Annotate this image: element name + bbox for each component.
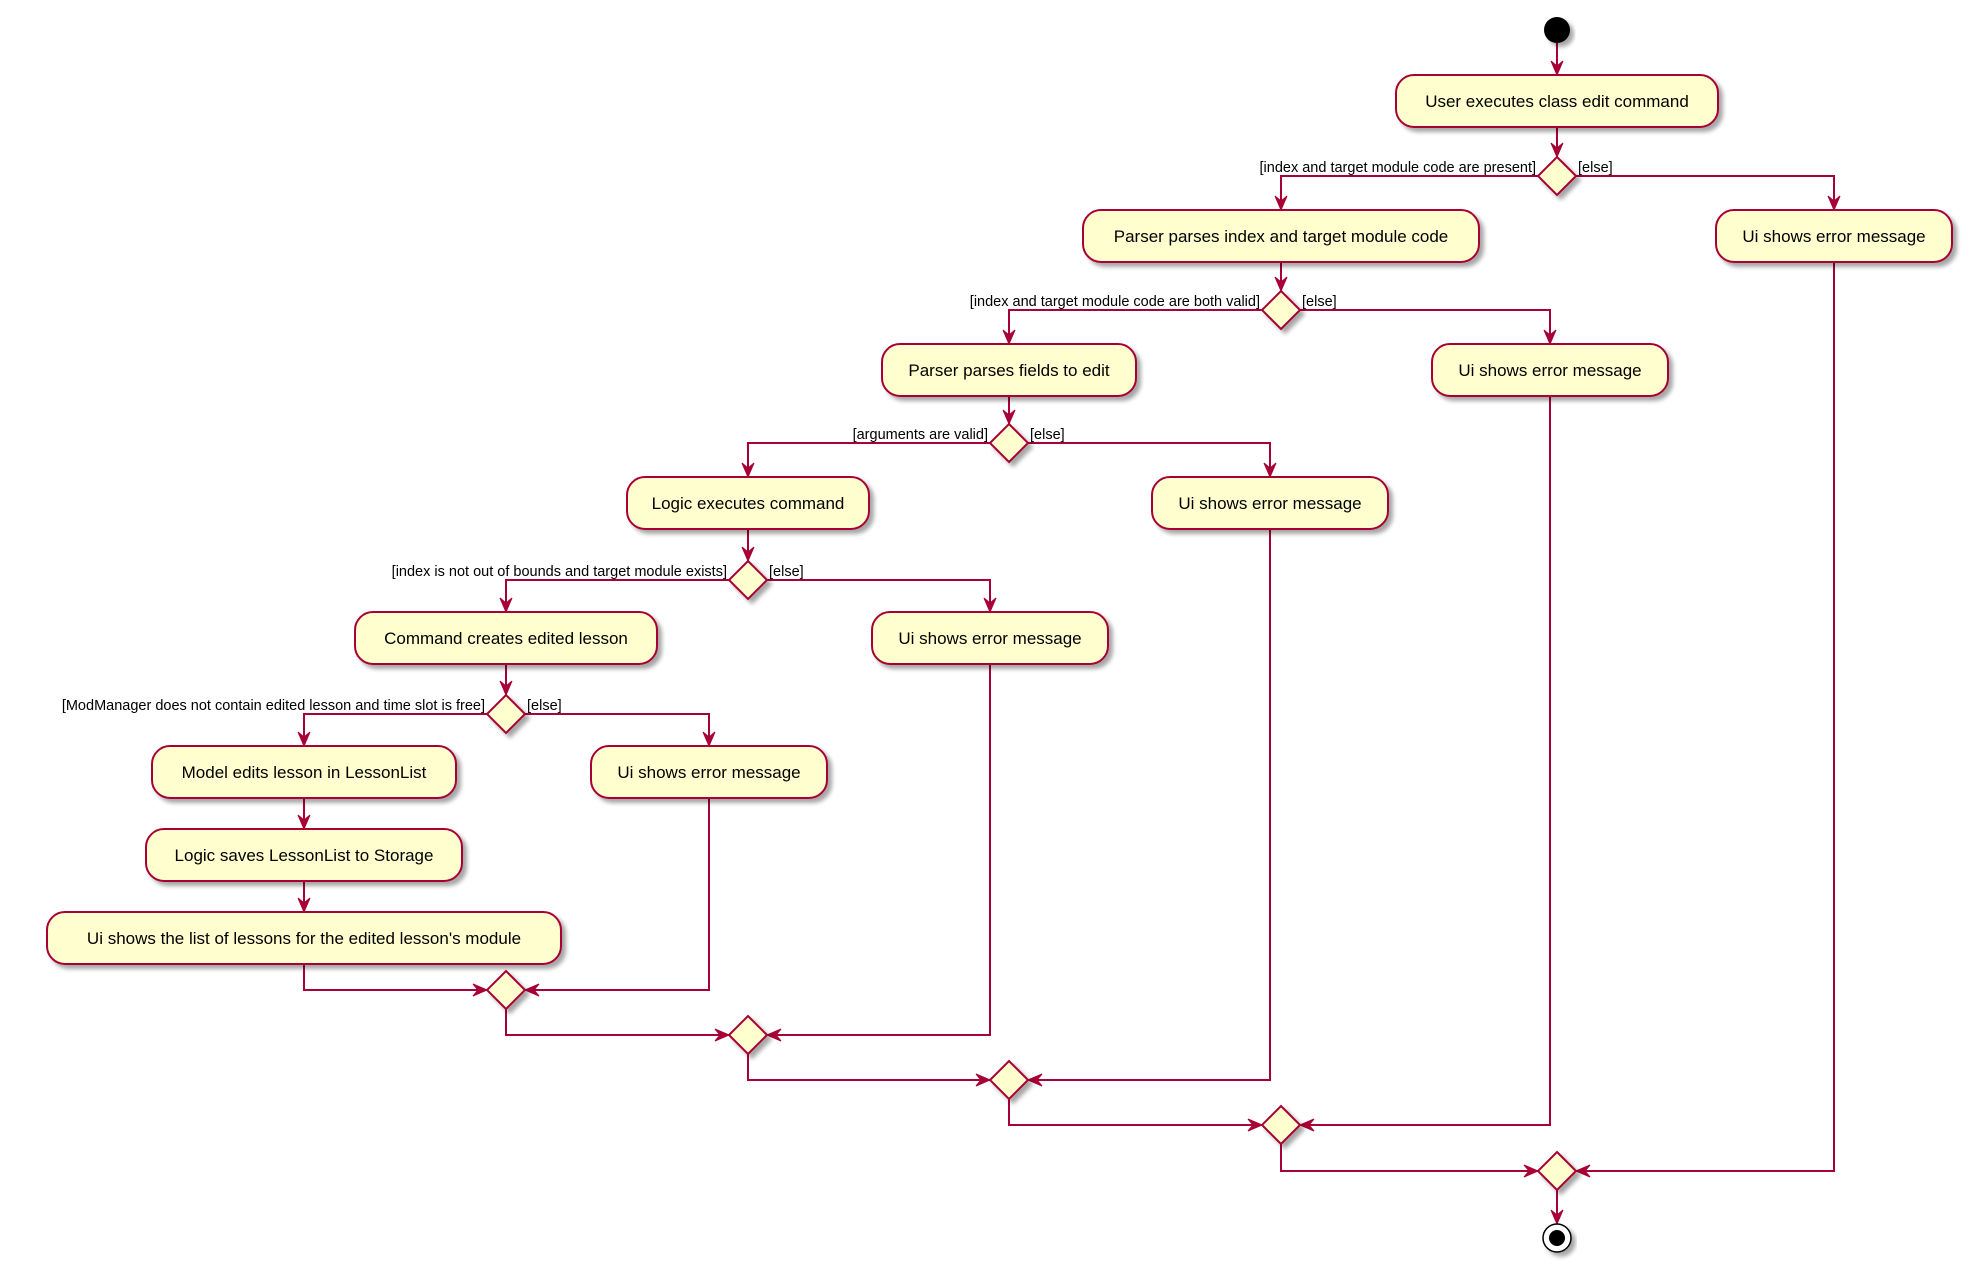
activity-label: Ui shows error message — [1178, 494, 1361, 513]
activity-err4: Ui shows error message — [871, 611, 1109, 665]
edge-d2-to-err2 — [1300, 309, 1551, 344]
activity-ui_list: Ui shows the list of lessons for the edi… — [46, 911, 562, 965]
activity-label: Parser parses fields to edit — [908, 361, 1110, 380]
activity-err5: Ui shows error message — [590, 745, 828, 799]
guard-label-d1_no: [else] — [1578, 160, 1613, 176]
edge-d5-to-err5 — [525, 713, 710, 746]
start-node — [1544, 17, 1570, 43]
activity-parser_index: Parser parses index and target module co… — [1082, 209, 1480, 263]
edge-d1-to-err1 — [1576, 175, 1835, 210]
guard-label-d5_no: [else] — [527, 698, 562, 714]
edge-d3-to-logic_exec — [747, 442, 990, 477]
edge-err4-to-m4 — [767, 664, 991, 1036]
activity-err3: Ui shows error message — [1151, 476, 1389, 530]
guard-label-d5_yes: [ModManager does not contain edited less… — [62, 698, 485, 714]
edge-m5-to-m4 — [505, 1009, 729, 1036]
activity-cmd_create: Command creates edited lesson — [354, 611, 658, 665]
activity-logic_exec: Logic executes command — [626, 476, 870, 530]
nodes-layer: User executes class edit command Parser p… — [46, 17, 1953, 1253]
activity-label: Ui shows error message — [898, 629, 1081, 648]
activity-logic_save: Logic saves LessonList to Storage — [145, 828, 463, 882]
edge-m2-to-m1 — [1280, 1144, 1538, 1172]
edge-d5-to-model_edit — [303, 713, 487, 746]
guard-label-d4_no: [else] — [769, 564, 804, 580]
activity-label: Parser parses index and target module co… — [1114, 227, 1449, 246]
edge-d4-to-err4 — [767, 579, 991, 612]
activity-label: Command creates edited lesson — [384, 629, 628, 648]
decision-node-d1 — [1536, 155, 1578, 197]
guard-label-d3_yes: [arguments are valid] — [853, 427, 988, 443]
edge-d4-to-cmd_create — [505, 579, 729, 612]
merge-node-m5 — [485, 969, 527, 1011]
guard-label-d1_yes: [index and target module code are presen… — [1260, 160, 1536, 176]
activity-label: Ui shows error message — [617, 763, 800, 782]
merge-node-m2 — [1260, 1104, 1302, 1146]
edge-d3-to-err3 — [1028, 442, 1271, 477]
end-node-dot — [1549, 1230, 1565, 1246]
activity-parser_fields: Parser parses fields to edit — [881, 343, 1137, 397]
merge-node-m4 — [727, 1014, 769, 1056]
edge-err1-to-m1 — [1576, 262, 1835, 1172]
activity-model_edit: Model edits lesson in LessonList — [151, 745, 457, 799]
activity-err1: Ui shows error message — [1715, 209, 1953, 263]
decision-node-d2 — [1260, 289, 1302, 331]
end-node — [1542, 1223, 1572, 1253]
activity-label: Ui shows error message — [1742, 227, 1925, 246]
guard-label-d3_no: [else] — [1030, 427, 1065, 443]
activity-label: User executes class edit command — [1425, 92, 1689, 111]
decision-node-d5 — [485, 693, 527, 735]
activity-label: Ui shows error message — [1458, 361, 1641, 380]
edge-d1-to-parser_index — [1280, 175, 1538, 210]
activity-diagram: User executes class edit command Parser p… — [46, 17, 1953, 1253]
activity-label: Logic executes command — [652, 494, 845, 513]
edge-m3-to-m2 — [1008, 1099, 1262, 1126]
guard-label-d2_no: [else] — [1302, 294, 1337, 310]
merge-node-m3 — [988, 1059, 1030, 1101]
guard-label-d4_yes: [index is not out of bounds and target m… — [392, 564, 727, 580]
merge-node-m1 — [1536, 1150, 1578, 1192]
edge-m4-to-m3 — [747, 1054, 990, 1081]
activity-label: Ui shows the list of lessons for the edi… — [87, 929, 521, 948]
activity-label: Model edits lesson in LessonList — [182, 763, 427, 782]
activity-label: Logic saves LessonList to Storage — [175, 846, 434, 865]
guard-label-d2_yes: [index and target module code are both v… — [970, 294, 1260, 310]
activity-user_exec: User executes class edit command — [1395, 74, 1719, 128]
decision-node-d4 — [727, 559, 769, 601]
activity-err2: Ui shows error message — [1431, 343, 1669, 397]
edge-ui_list-to-m5 — [303, 964, 487, 991]
edge-d2-to-parser_fields — [1008, 309, 1262, 344]
decision-node-d3 — [988, 422, 1030, 464]
